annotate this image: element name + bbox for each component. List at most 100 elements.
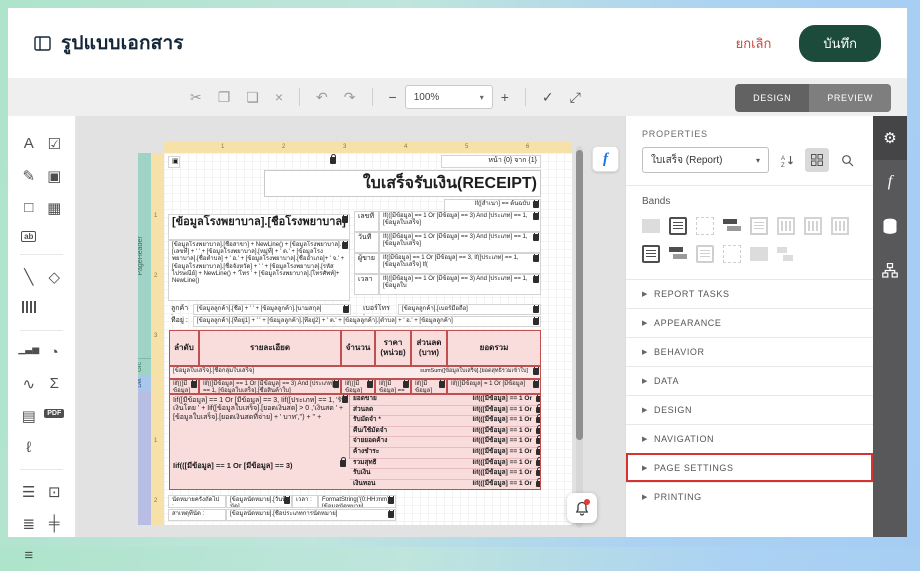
section-report-tasks[interactable]: ▶ REPORT TASKS <box>626 280 873 308</box>
barcode-tool[interactable] <box>16 293 42 324</box>
functions-rail-button[interactable]: f <box>873 160 907 204</box>
math-tool[interactable]: Σ <box>42 368 68 400</box>
sparkline-tool[interactable]: ∿ <box>16 368 42 400</box>
sort-properties-button[interactable]: AZ <box>775 148 799 172</box>
text-tool[interactable]: A <box>16 128 42 160</box>
preview-tab[interactable]: PREVIEW <box>809 84 891 112</box>
detail-cell[interactable]: Iif(([มีข้อมูล] <box>169 379 199 394</box>
address-value[interactable]: [ข้อมูลลูกค้า].[ที่อยู่1] + ' ' + [ข้อมู… <box>193 316 541 327</box>
hospital-address-box[interactable]: [ข้อมูลโรงพยาบาล].[ชื่อสาขา] + NewLine()… <box>168 240 350 301</box>
time-label-box[interactable]: เวลา : <box>292 495 318 508</box>
band-reporttitle-icon[interactable] <box>642 219 660 233</box>
design-tab[interactable]: DESIGN <box>735 84 810 112</box>
band-detail[interactable]: Det <box>138 375 151 391</box>
col-header-description[interactable]: รายละเอียด <box>199 330 341 366</box>
cancel-button[interactable]: ยกเลิก <box>736 33 772 54</box>
col-header-qty[interactable]: จำนวน <box>341 330 375 366</box>
category-view-button[interactable] <box>805 148 829 172</box>
image-placeholder[interactable]: ▣ <box>168 156 180 168</box>
section-printing[interactable]: ▶ PRINTING <box>626 482 873 511</box>
table-tool[interactable]: ▦ <box>42 192 68 224</box>
delete-button[interactable]: × <box>267 90 291 104</box>
redo-button[interactable]: ↷ <box>336 90 364 104</box>
validate-button[interactable]: ✓ <box>534 90 562 104</box>
band-overlay-icon[interactable] <box>750 247 768 261</box>
subreport-tool[interactable]: ☰ <box>16 476 42 508</box>
copy-button[interactable]: ❐ <box>210 90 239 104</box>
band-hierarchical-icon[interactable] <box>777 217 795 235</box>
section-navigation[interactable]: ▶ NAVIGATION <box>626 424 873 453</box>
summary-row[interactable]: เงินทอน Iif(([มีข้อมูล] == 1 Or <box>350 477 540 489</box>
checkbox-tool[interactable]: ☑ <box>42 128 68 160</box>
customer-value[interactable]: [ข้อมูลลูกค้า].[ชื่อ] + ' ' + [ข้อมูลลูก… <box>193 304 351 315</box>
report-title-box[interactable]: ใบเสร็จรับเงิน(RECEIPT) <box>264 170 541 197</box>
detail-cell[interactable]: Iif([มีข้อมูล] == 1 Or [มี <box>375 379 411 394</box>
band-columnheader-icon[interactable] <box>696 217 714 235</box>
toc-tool[interactable]: ≡ <box>16 540 42 571</box>
element-selector-dropdown[interactable]: ใบเสร็จ (Report) ▾ <box>642 147 769 173</box>
band-groupheader-icon[interactable] <box>723 217 741 235</box>
functions-fab[interactable]: f <box>592 146 619 172</box>
clipboard-tool[interactable]: ▤ <box>16 400 42 432</box>
hospital-name-box[interactable]: [ข้อมูลโรงพยาบาล].[ชื่อโรงพยาบาล] <box>168 214 350 240</box>
field-value[interactable]: If(([มีข้อมูล] == 1 Or [มีข้อมูล] == 3) … <box>379 211 541 232</box>
image-tool[interactable]: ▣ <box>42 160 68 192</box>
shape-tool[interactable]: ◇ <box>42 261 68 293</box>
signature-tool[interactable]: ℓ <box>16 432 42 463</box>
col-header-index[interactable]: ลำดับ <box>169 330 199 366</box>
detail-cell[interactable]: Iif(([มีข้อมูล] <box>341 379 375 394</box>
summary-band[interactable]: Iif([มีข้อมูล] == 1 Or [มีข้อมูล] == 3, … <box>169 394 541 490</box>
text-in-cells-tool[interactable]: ab <box>16 224 42 248</box>
field-label[interactable]: เลขที่ <box>354 211 379 232</box>
band-pageheader-icon[interactable] <box>669 217 687 235</box>
band-footer[interactable] <box>138 391 151 525</box>
search-properties-button[interactable] <box>835 148 859 172</box>
band-columnfooter-icon[interactable] <box>723 245 741 263</box>
save-button[interactable]: บันทึก <box>799 24 881 62</box>
summary-row[interactable]: ส่วนลด Iif(([มีข้อมูล] == 1 Or <box>350 403 540 417</box>
field-value[interactable]: If(([มีข้อมูล] == 1 Or [มีข้อมูล] == 3) … <box>379 274 541 295</box>
report-page[interactable]: ▣ หน้า {0} จาก {1} ใบเสร็จรับเงิน(RECEIP… <box>164 153 572 525</box>
detail-cell[interactable]: Iif(([มีข้อมูล] = 1 Or [มีข้อมูล] <box>447 379 541 394</box>
col-header-price[interactable]: ราคา (หน่วย) <box>375 330 411 366</box>
field-label[interactable]: ผู้ขาย <box>354 253 379 274</box>
field-value[interactable]: If([มีข้อมูล] == 1 Or [มีข้อมูล] == 3, I… <box>379 253 541 274</box>
zoom-out-button[interactable]: − <box>381 90 405 104</box>
scrollbar-handle[interactable] <box>576 150 583 440</box>
appointment-value-box[interactable]: [ข้อมูลนัดหมาย].[วันที่นัด] <box>226 495 292 508</box>
fullscreen-button[interactable]: ⤢ <box>562 90 589 104</box>
summary-row[interactable]: ค้างชำระ Iif(([มีข้อมูล] == 1 Or <box>350 445 540 459</box>
vertical-scrollbar[interactable] <box>576 146 583 528</box>
gauge-tool[interactable]: ◔ <box>42 337 68 368</box>
crossband-tool[interactable]: ╪ <box>42 508 68 540</box>
group-row[interactable]: [ข้อมูลใบเสร็จ].[ชื่อกลุ่มใบเสร็จ] sumSu… <box>169 366 541 379</box>
time-value-box[interactable]: FormatString('{0:HH:mm}', [ข้อมูลนัดหมาย… <box>318 495 396 508</box>
band-groupfooter-icon[interactable] <box>669 245 687 263</box>
summary-row[interactable]: ยอดขาย Iif(([มีข้อมูล] == 1 Or <box>350 395 540 406</box>
pdf-tool[interactable]: PDF <box>42 400 68 432</box>
summary-row[interactable]: คืน/ใช้มัดจำ Iif(([มีข้อมูล] == 1 Or <box>350 424 540 438</box>
detail-cell[interactable]: Iif(([มีข้อมูล] == 1 Or [มีข้อมูล] == 3)… <box>199 379 341 394</box>
col-header-discount[interactable]: ส่วนลด (บาท) <box>411 330 447 366</box>
data-source-rail-button[interactable] <box>873 204 907 248</box>
field-label[interactable]: เวลา <box>354 274 379 295</box>
zoom-level-dropdown[interactable]: 100% ▾ <box>404 85 493 109</box>
field-value[interactable]: If(([มีข้อมูล] == 1 Or [มีข้อมูล] == 3) … <box>379 232 541 253</box>
panel-tool[interactable]: □ <box>16 192 42 224</box>
notification-bell-button[interactable] <box>567 493 597 523</box>
received-expression-box[interactable]: Iif(([มีข้อมูล] == 1 Or [มีข้อมูล] == 3) <box>170 457 350 474</box>
detail-cell[interactable]: Iif([มีข้อมูล] <box>411 379 447 394</box>
summary-row[interactable]: จ่ายยอดค้าง Iif(([มีข้อมูล] == 1 Or <box>350 435 540 448</box>
page-number-box[interactable]: หน้า {0} จาก {1} <box>441 155 541 168</box>
phone-value[interactable]: [ข้อมูลลูกค้า].[เบอร์มือถือ] <box>398 304 541 315</box>
zoom-in-button[interactable]: + <box>493 90 517 104</box>
section-behavior[interactable]: ▶ BEHAVIOR <box>626 337 873 366</box>
band-pageheader[interactable]: PageHeader <box>138 153 151 358</box>
cut-button[interactable]: ✂ <box>182 90 210 104</box>
reason-label-box[interactable]: สาเหตุที่นัด : <box>168 509 226 521</box>
line-tool[interactable]: ╲ <box>16 261 42 293</box>
section-appearance[interactable]: ▶ APPEARANCE <box>626 308 873 337</box>
summary-row[interactable]: รับมัดจำ * Iif(([มีข้อมูล] == 1 Or <box>350 414 540 427</box>
section-page-settings[interactable]: ▶ PAGE SETTINGS <box>626 453 873 482</box>
design-canvas[interactable]: 1 2 3 4 5 6 PageHeader Grc Det 1 2 3 1 2 <box>76 116 625 537</box>
